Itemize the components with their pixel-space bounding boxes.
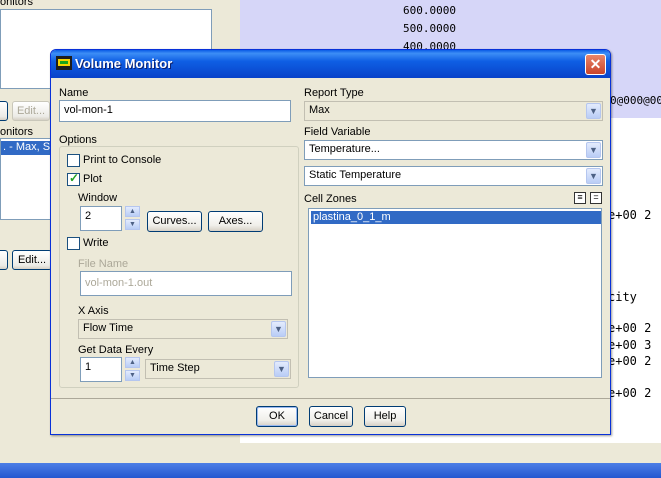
- curves-button[interactable]: Curves...: [147, 211, 202, 232]
- name-label: Name: [59, 87, 89, 99]
- y-tick-500: 500.0000: [403, 22, 456, 35]
- name-input[interactable]: vol-mon-1: [59, 100, 291, 122]
- ok-button[interactable]: OK: [256, 406, 298, 427]
- monitors-label: onitors: [0, 126, 34, 138]
- file-name-label: File Name: [78, 258, 129, 270]
- field-variable-select[interactable]: Temperature... ▼: [304, 140, 603, 160]
- left-edge-button-2[interactable]: [0, 250, 8, 270]
- cell-zone-item[interactable]: plastina_0_1_m: [311, 211, 601, 224]
- get-data-unit-value: Time Step: [150, 362, 200, 374]
- app-icon: [56, 56, 72, 70]
- cancel-button[interactable]: Cancel: [309, 406, 353, 427]
- edit-button-disabled: Edit...: [12, 101, 50, 121]
- close-button[interactable]: ✕: [585, 54, 606, 75]
- console-line: e+00 2: [608, 386, 652, 400]
- dropdown-arrow-icon[interactable]: ▼: [586, 103, 601, 119]
- spin-down-icon[interactable]: ▼: [125, 370, 140, 381]
- window-label: Window: [78, 192, 118, 204]
- field-variable-sub-value: Static Temperature: [309, 169, 402, 181]
- console-line: city: [608, 290, 637, 304]
- print-to-console-label[interactable]: Print to Console: [83, 154, 161, 166]
- footer-separator: [51, 398, 610, 399]
- select-all-icon[interactable]: ≡: [574, 192, 586, 204]
- axes-button[interactable]: Axes...: [208, 211, 263, 232]
- dropdown-arrow-icon[interactable]: ▼: [586, 168, 601, 184]
- x-axis-label: X Axis: [78, 305, 109, 317]
- get-data-every-label: Get Data Every: [78, 344, 154, 356]
- left-edge-button[interactable]: [0, 101, 8, 121]
- report-type-value: Max: [309, 104, 330, 116]
- field-variable-label: Field Variable: [304, 126, 371, 138]
- get-data-unit-select[interactable]: Time Step ▼: [145, 359, 291, 379]
- close-icon: ✕: [589, 56, 602, 72]
- monitors-label-partial: onitors: [0, 0, 34, 8]
- y-tick-600: 600.0000: [403, 4, 456, 17]
- plot-checkbox[interactable]: ✓: [67, 171, 80, 186]
- field-variable-sub-select[interactable]: Static Temperature ▼: [304, 166, 603, 186]
- report-type-select[interactable]: Max ▼: [304, 101, 603, 121]
- print-to-console-checkbox[interactable]: [67, 154, 80, 167]
- volume-monitors-list[interactable]: . - Max, St: [0, 138, 54, 220]
- console-line: e+00 2: [608, 208, 652, 222]
- edit-button[interactable]: Edit...: [12, 250, 52, 270]
- field-variable-value: Temperature...: [309, 143, 380, 155]
- deselect-all-icon[interactable]: =: [590, 192, 602, 204]
- console-line: e+00 3: [608, 338, 652, 352]
- taskbar: [0, 463, 661, 478]
- window-input[interactable]: 2: [80, 206, 122, 231]
- dropdown-arrow-icon[interactable]: ▼: [274, 361, 289, 377]
- dialog-titlebar[interactable]: Volume Monitor ✕: [51, 50, 610, 78]
- console-line: e+00 2: [608, 321, 652, 335]
- spin-up-icon[interactable]: ▲: [125, 206, 140, 217]
- window-spinner[interactable]: ▲ ▼: [125, 206, 140, 231]
- x-axis-value: Flow Time: [83, 322, 134, 334]
- dropdown-arrow-icon[interactable]: ▼: [271, 321, 286, 337]
- x-axis-select[interactable]: Flow Time ▼: [78, 319, 288, 339]
- get-data-spinner[interactable]: ▲ ▼: [125, 357, 140, 382]
- cell-zones-list[interactable]: plastina_0_1_m: [308, 208, 602, 378]
- report-type-label: Report Type: [304, 87, 364, 99]
- plot-label[interactable]: Plot: [83, 173, 102, 185]
- get-data-every-input[interactable]: 1: [80, 357, 122, 382]
- write-label[interactable]: Write: [83, 237, 108, 249]
- checkmark-icon: ✓: [69, 171, 80, 185]
- spin-up-icon[interactable]: ▲: [125, 357, 140, 368]
- options-label: Options: [59, 134, 97, 146]
- help-button[interactable]: Help: [364, 406, 406, 427]
- spin-down-icon[interactable]: ▼: [125, 219, 140, 230]
- plot-overlap-label: 0@000@00.0: [610, 94, 661, 107]
- write-checkbox[interactable]: [67, 237, 80, 250]
- file-name-input: vol-mon-1.out: [80, 271, 292, 296]
- volume-monitor-dialog: Volume Monitor ✕ Name vol-mon-1 Options …: [50, 49, 611, 435]
- cell-zones-label: Cell Zones: [304, 193, 357, 205]
- console-line: e+00 2: [608, 354, 652, 368]
- dropdown-arrow-icon[interactable]: ▼: [586, 142, 601, 158]
- dialog-title: Volume Monitor: [75, 56, 173, 71]
- selected-monitor-row[interactable]: . - Max, St: [1, 141, 53, 155]
